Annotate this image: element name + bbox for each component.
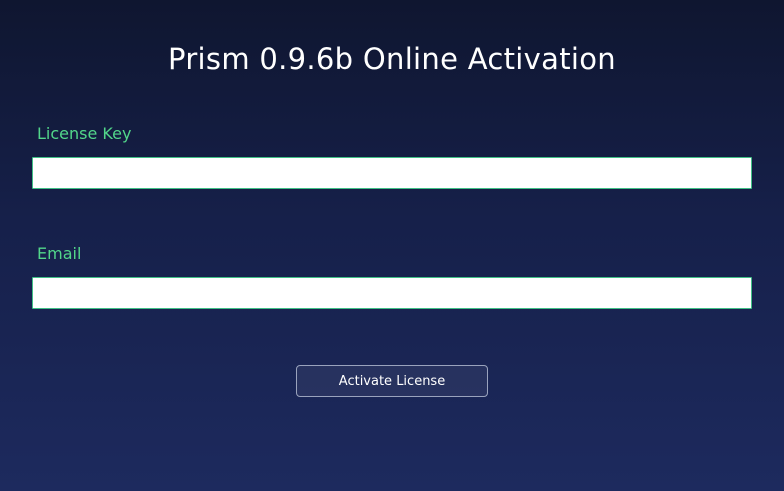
email-label: Email <box>37 244 82 263</box>
page-title: Prism 0.9.6b Online Activation <box>168 42 616 76</box>
license-key-label: License Key <box>37 124 132 143</box>
email-input[interactable] <box>32 277 752 309</box>
activate-license-button[interactable]: Activate License <box>296 365 488 397</box>
license-key-input[interactable] <box>32 157 752 189</box>
